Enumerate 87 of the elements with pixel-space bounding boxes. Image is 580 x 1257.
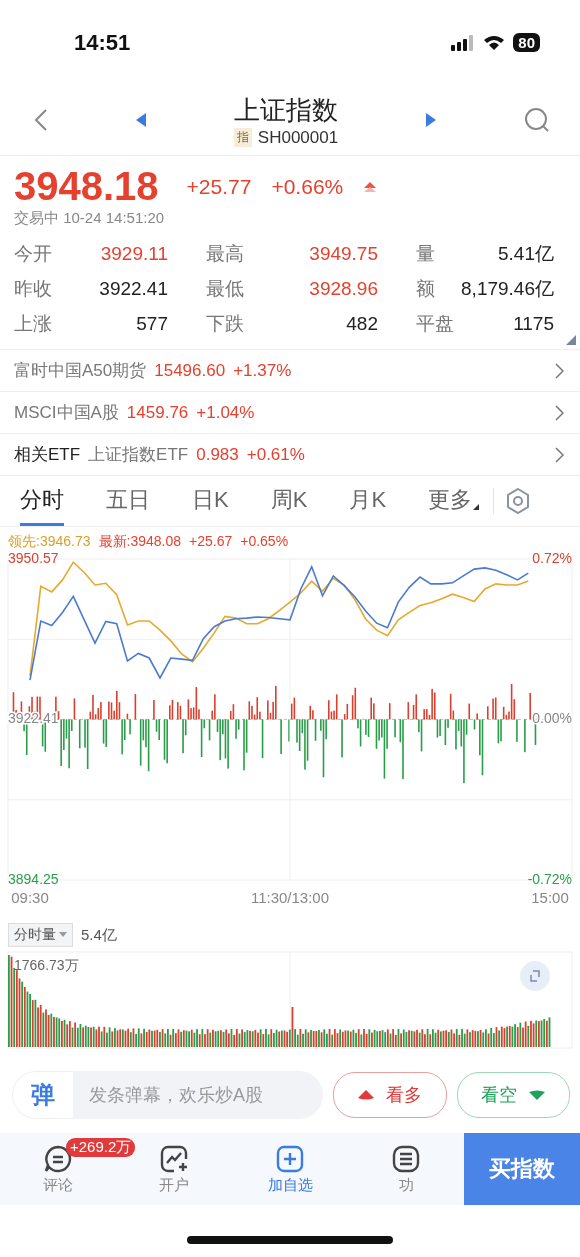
previous-icon[interactable] [134, 112, 147, 128]
stat-label: 最低 [206, 276, 244, 301]
x-axis-label: 09:30 [11, 889, 49, 906]
caret-icon [59, 932, 67, 938]
danmaku-input[interactable]: 发条弹幕，欢乐炒A股 [73, 1071, 323, 1119]
volume-max-label: 1766.73万 [14, 957, 79, 973]
latest-change: +25.67 [189, 533, 233, 549]
search-icon[interactable] [523, 107, 550, 133]
sentiment-button[interactable]: 看空 [456, 1072, 570, 1118]
current-price: 3948.18 [14, 164, 159, 209]
related-row[interactable]: MSCI中国A股 1459.76 +1.04% [0, 392, 580, 434]
chevron-right-icon [555, 404, 564, 421]
stat-value: 3928.96 [309, 277, 378, 300]
related-name: MSCI中国A股 [14, 402, 119, 424]
related-change: +1.37% [233, 360, 292, 381]
chart-plus-icon [159, 1143, 189, 1174]
index-badge: 指 [233, 128, 252, 147]
chart-tab[interactable]: 分时 [20, 476, 64, 526]
stock-title: 上证指数 [234, 93, 338, 127]
price-change: +25.77 [186, 174, 252, 199]
percent-change: +0.66% [271, 174, 344, 199]
related-name: 上证指数ETF [88, 444, 189, 466]
latest-percent: +0.65% [240, 533, 289, 549]
latest-value: 最新:3948.08 [98, 533, 181, 549]
stat-value: 3929.11 [100, 242, 168, 265]
volume-selector[interactable]: 分时量 [8, 923, 73, 947]
stat-label: 额 [416, 276, 435, 301]
nav-item[interactable]: 开户 [153, 1133, 195, 1205]
related-label: 相关ETF [14, 444, 81, 466]
chevron-right-icon [555, 362, 564, 379]
stock-code: SH000001 [257, 127, 339, 148]
related-price: 15496.60 [154, 360, 226, 381]
related-price: 0.983 [196, 444, 239, 465]
stat-label: 量 [416, 241, 435, 266]
x-axis-label: 11:30/13:00 [250, 889, 330, 906]
chart-tab[interactable]: 周K [270, 476, 308, 526]
percent-axis-label: -0.72% [527, 870, 572, 887]
related-price: 1459.76 [126, 402, 189, 423]
related-row[interactable]: 相关ETF 上证指数ETF 0.983 +0.61% [0, 434, 580, 476]
fullscreen-icon[interactable] [520, 961, 550, 991]
next-icon[interactable] [425, 112, 438, 128]
related-row[interactable]: 富时中国A50期货 15496.60 +1.37% [0, 350, 580, 392]
volume-total: 5.4亿 [81, 925, 117, 945]
stat-label: 平盘 [416, 311, 454, 336]
nav-item[interactable]: 功 [385, 1133, 427, 1205]
stat-value: 3949.75 [309, 242, 378, 265]
expand-corner-icon[interactable] [566, 335, 576, 345]
related-name: 富时中国A50期货 [14, 360, 147, 382]
up-arrow-icon [363, 180, 378, 193]
comment-count-badge: +269.2万 [66, 1138, 136, 1157]
nav-item[interactable]: 加自选 [261, 1133, 319, 1205]
list-icon [391, 1143, 421, 1174]
stat-value: 1175 [513, 312, 554, 335]
stat-value: 577 [136, 312, 168, 335]
add-icon [275, 1143, 305, 1174]
stat-label: 昨收 [14, 276, 52, 301]
lead-value: 领先:3946.73 [8, 533, 91, 549]
signal-icon [451, 34, 476, 51]
chart-tab[interactable]: 五日 [106, 476, 150, 526]
stat-value: 3922.41 [99, 277, 168, 300]
stat-label: 下跌 [206, 311, 244, 336]
trading-status: 交易中 10-24 14:51:20 [14, 209, 165, 226]
settings-icon[interactable] [506, 488, 531, 514]
buy-button[interactable]: 买指数 [464, 1133, 580, 1205]
y-axis-label: 3950.57 [8, 549, 59, 566]
chart-tab[interactable]: 更多 [428, 476, 473, 526]
chart-tab[interactable]: 日K [192, 476, 229, 526]
chevron-right-icon [555, 446, 564, 463]
stat-value: 8,179.46亿 [461, 276, 554, 301]
stat-label: 上涨 [14, 311, 52, 336]
chart-tab[interactable]: 月K [349, 476, 387, 526]
stat-label: 最高 [206, 241, 244, 266]
percent-axis-label: 0.00% [532, 710, 572, 727]
percent-axis-label: 0.72% [532, 549, 572, 566]
related-change: +0.61% [246, 444, 305, 465]
battery-level: 80 [513, 33, 540, 52]
stat-value: 482 [346, 312, 378, 335]
wifi-icon [483, 34, 506, 51]
y-axis-label: 3894.25 [8, 870, 59, 887]
stat-label: 今开 [14, 241, 52, 266]
status-time: 14:51 [74, 29, 131, 56]
stat-value: 5.41亿 [498, 241, 554, 266]
sentiment-button[interactable]: 看多 [333, 1072, 447, 1118]
x-axis-label: 15:00 [531, 889, 569, 906]
back-icon[interactable] [34, 108, 48, 132]
related-change: +1.04% [196, 402, 255, 423]
danmaku-icon[interactable]: 弹 [12, 1071, 73, 1119]
